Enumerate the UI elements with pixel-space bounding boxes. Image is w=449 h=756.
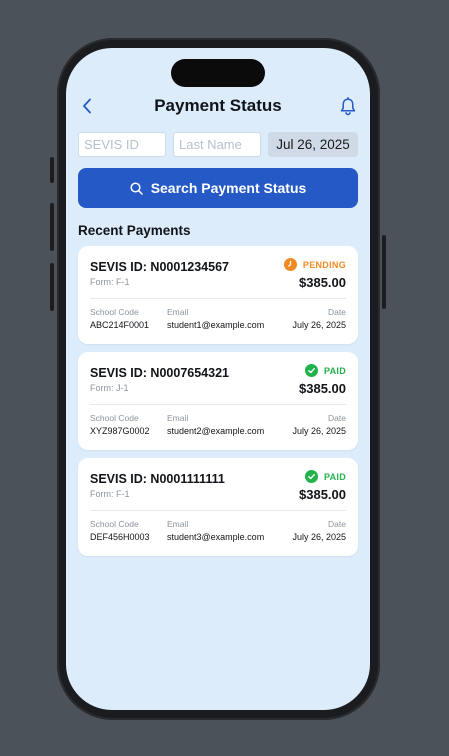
email-value: student3@example.com [167,532,265,542]
date-picker-value: Jul 26, 2025 [276,137,350,152]
school-code-label: School Code [90,413,139,423]
bell-icon [340,96,356,115]
email-label: Email [167,307,189,317]
form-type: Form: J-1 [90,383,129,393]
sevis-id: SEVIS ID: N0001111111 [90,472,225,486]
sevis-id-input[interactable] [78,132,166,157]
silent-switch [50,157,54,183]
last-name-input[interactable] [173,132,261,157]
school-code-value: XYZ987G0002 [90,426,150,436]
volume-down-button [50,263,54,311]
date-value: July 26, 2025 [292,426,346,436]
sevis-id: SEVIS ID: N0007654321 [90,366,229,380]
payment-card[interactable]: SEVIS ID: N0007654321 Form: J-1 PAID $38… [78,352,358,450]
search-button-label: Search Payment Status [150,180,307,196]
page-title: Payment Status [154,96,282,115]
card-divider [90,510,346,511]
school-code-value: ABC214F0001 [90,320,150,330]
school-code-label: School Code [90,519,139,529]
payment-amount: $385.00 [299,487,346,502]
payment-amount: $385.00 [299,381,346,396]
form-type: Form: F-1 [90,277,130,287]
date-label: Date [328,413,346,423]
email-label: Email [167,519,189,529]
status-badge: PENDING [283,258,346,271]
status-text: PENDING [302,259,346,270]
date-value: July 26, 2025 [292,320,346,330]
email-value: student2@example.com [167,426,265,436]
notification-button[interactable] [336,94,360,118]
power-button [382,235,386,309]
recent-payments-heading: Recent Payments [78,223,191,238]
school-code-value: DEF456H0003 [90,532,150,542]
sevis-id: SEVIS ID: N0001234567 [90,260,229,274]
payment-amount: $385.00 [299,275,346,290]
email-label: Email [167,413,189,423]
card-divider [90,298,346,299]
date-picker[interactable]: Jul 26, 2025 [268,132,358,157]
card-divider [90,404,346,405]
status-badge: PAID [304,364,346,377]
volume-up-button [50,203,54,251]
form-type: Form: F-1 [90,489,130,499]
payment-card[interactable]: SEVIS ID: N0001234567 Form: F-1 PENDING … [78,246,358,344]
payment-card[interactable]: SEVIS ID: N0001111111 Form: F-1 PAID $38… [78,458,358,556]
search-payment-status-button[interactable]: Search Payment Status [78,168,358,208]
status-badge: PAID [304,470,346,483]
nav-header: Payment Status [66,93,370,119]
check-circle-icon [304,470,318,483]
status-text: PAID [323,471,346,482]
date-value: July 26, 2025 [292,532,346,542]
clock-icon [283,258,297,271]
app-screen: Payment Status Jul 26, 2025 Search Payme… [66,48,370,710]
date-label: Date [328,307,346,317]
status-text: PAID [323,365,346,376]
check-circle-icon [304,364,318,377]
search-fields: Jul 26, 2025 [78,132,358,157]
email-value: student1@example.com [167,320,265,330]
school-code-label: School Code [90,307,139,317]
dynamic-island [171,59,265,87]
date-label: Date [328,519,346,529]
search-icon [130,181,143,195]
